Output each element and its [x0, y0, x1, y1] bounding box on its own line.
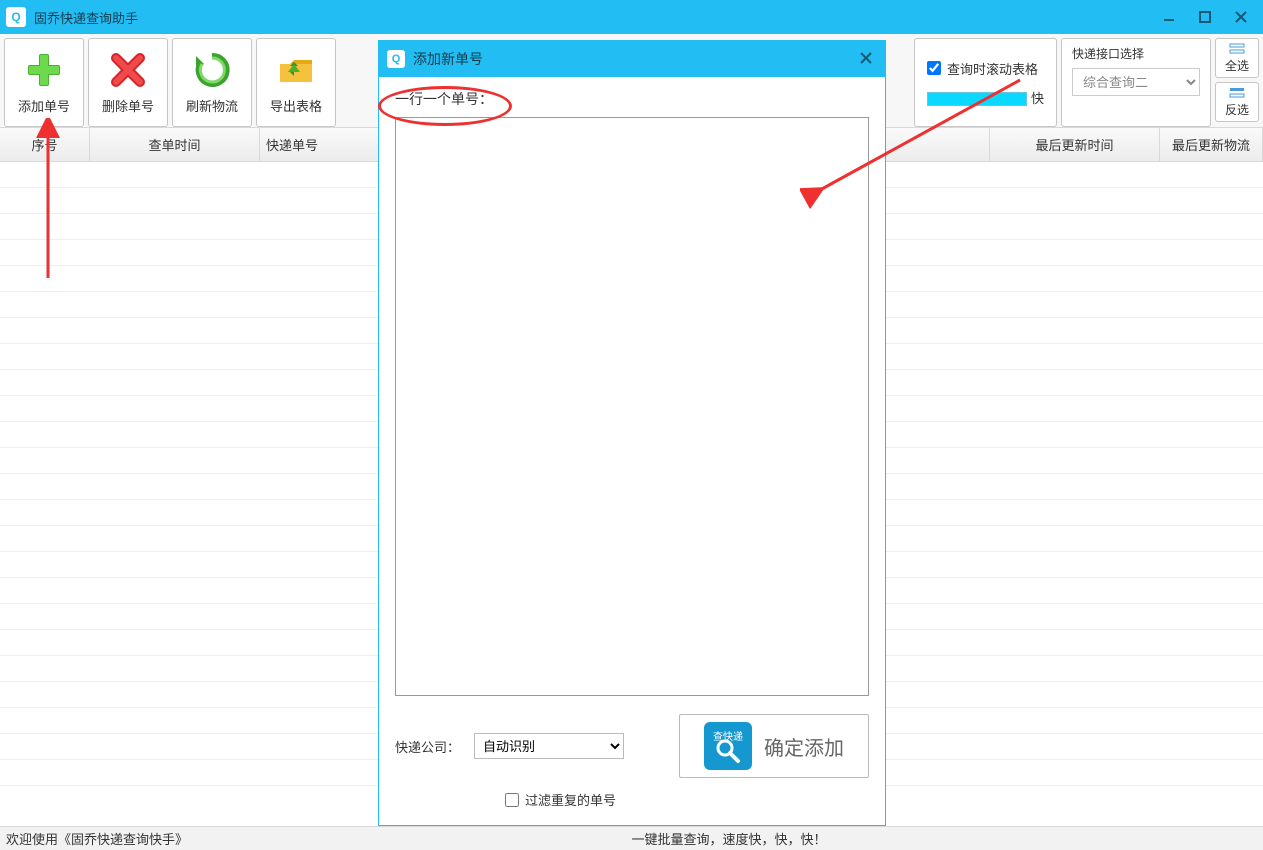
col-query-time[interactable]: 查单时间 [90, 128, 260, 161]
delete-number-label: 删除单号 [102, 96, 154, 115]
scroll-checkbox-label: 查询时滚动表格 [947, 59, 1038, 78]
add-number-dialog: Q 添加新单号 一行一个单号： 快递公司： 自动识别 确定添加 [378, 40, 886, 826]
col-index[interactable]: 序号 [0, 128, 90, 161]
api-selector-group: 快递接口选择 综合查询二 [1061, 38, 1211, 127]
filter-dup-checkbox[interactable]: 过滤重复的单号 [505, 790, 869, 809]
add-number-button[interactable]: 添加单号 [4, 38, 84, 127]
status-bar: 欢迎使用《固乔快递查询快手》 一键批量查询，速度快，快，快！ [0, 826, 1263, 850]
dialog-icon: Q [387, 50, 405, 68]
dialog-hint: 一行一个单号： [395, 89, 869, 109]
invert-select-button[interactable]: 反选 [1215, 82, 1259, 122]
app-icon: Q [6, 7, 26, 27]
select-all-label: 全选 [1225, 57, 1249, 74]
minimize-button[interactable] [1153, 5, 1185, 29]
select-all-button[interactable]: 全选 [1215, 38, 1259, 78]
invert-select-label: 反选 [1225, 101, 1249, 118]
title-bar: Q 固乔快递查询助手 [0, 0, 1263, 34]
folder-export-icon [276, 50, 316, 90]
query-progress [927, 92, 1027, 106]
scroll-on-query-checkbox[interactable]: 查询时滚动表格 [927, 59, 1044, 78]
x-icon [108, 50, 148, 90]
confirm-add-label: 确定添加 [764, 732, 844, 761]
status-left: 欢迎使用《固乔快递查询快手》 [6, 829, 632, 848]
checklist-icon [1229, 43, 1245, 55]
api-group-label: 快递接口选择 [1072, 45, 1144, 62]
refresh-label: 刷新物流 [186, 96, 238, 115]
close-button[interactable] [1225, 5, 1257, 29]
company-label: 快递公司： [395, 737, 460, 756]
dialog-title-bar: Q 添加新单号 [379, 41, 885, 77]
scroll-checkbox-input[interactable] [927, 61, 941, 75]
maximize-button[interactable] [1189, 5, 1221, 29]
search-express-icon [704, 722, 752, 770]
close-icon [859, 51, 873, 65]
dialog-close-button[interactable] [855, 47, 877, 72]
window-title: 固乔快递查询助手 [34, 8, 1153, 27]
plus-icon [24, 50, 64, 90]
export-label: 导出表格 [270, 96, 322, 115]
delete-number-button[interactable]: 删除单号 [88, 38, 168, 127]
add-number-label: 添加单号 [18, 96, 70, 115]
filter-dup-label: 过滤重复的单号 [525, 790, 616, 809]
col-update-info[interactable]: 最后更新物流 [1160, 128, 1263, 161]
filter-dup-input[interactable] [505, 793, 519, 807]
confirm-add-button[interactable]: 确定添加 [679, 714, 869, 778]
refresh-button[interactable]: 刷新物流 [172, 38, 252, 127]
api-select[interactable]: 综合查询二 [1072, 68, 1200, 96]
col-update-time[interactable]: 最后更新时间 [990, 128, 1160, 161]
company-select[interactable]: 自动识别 [474, 733, 624, 759]
export-button[interactable]: 导出表格 [256, 38, 336, 127]
tracking-numbers-input[interactable] [395, 117, 869, 696]
query-options: 查询时滚动表格 快 [914, 38, 1057, 127]
progress-label: 快 [1031, 88, 1044, 107]
invert-icon [1229, 87, 1245, 99]
status-right: 一键批量查询，速度快，快，快！ [632, 829, 1258, 848]
dialog-title: 添加新单号 [413, 49, 855, 69]
refresh-icon [192, 50, 232, 90]
